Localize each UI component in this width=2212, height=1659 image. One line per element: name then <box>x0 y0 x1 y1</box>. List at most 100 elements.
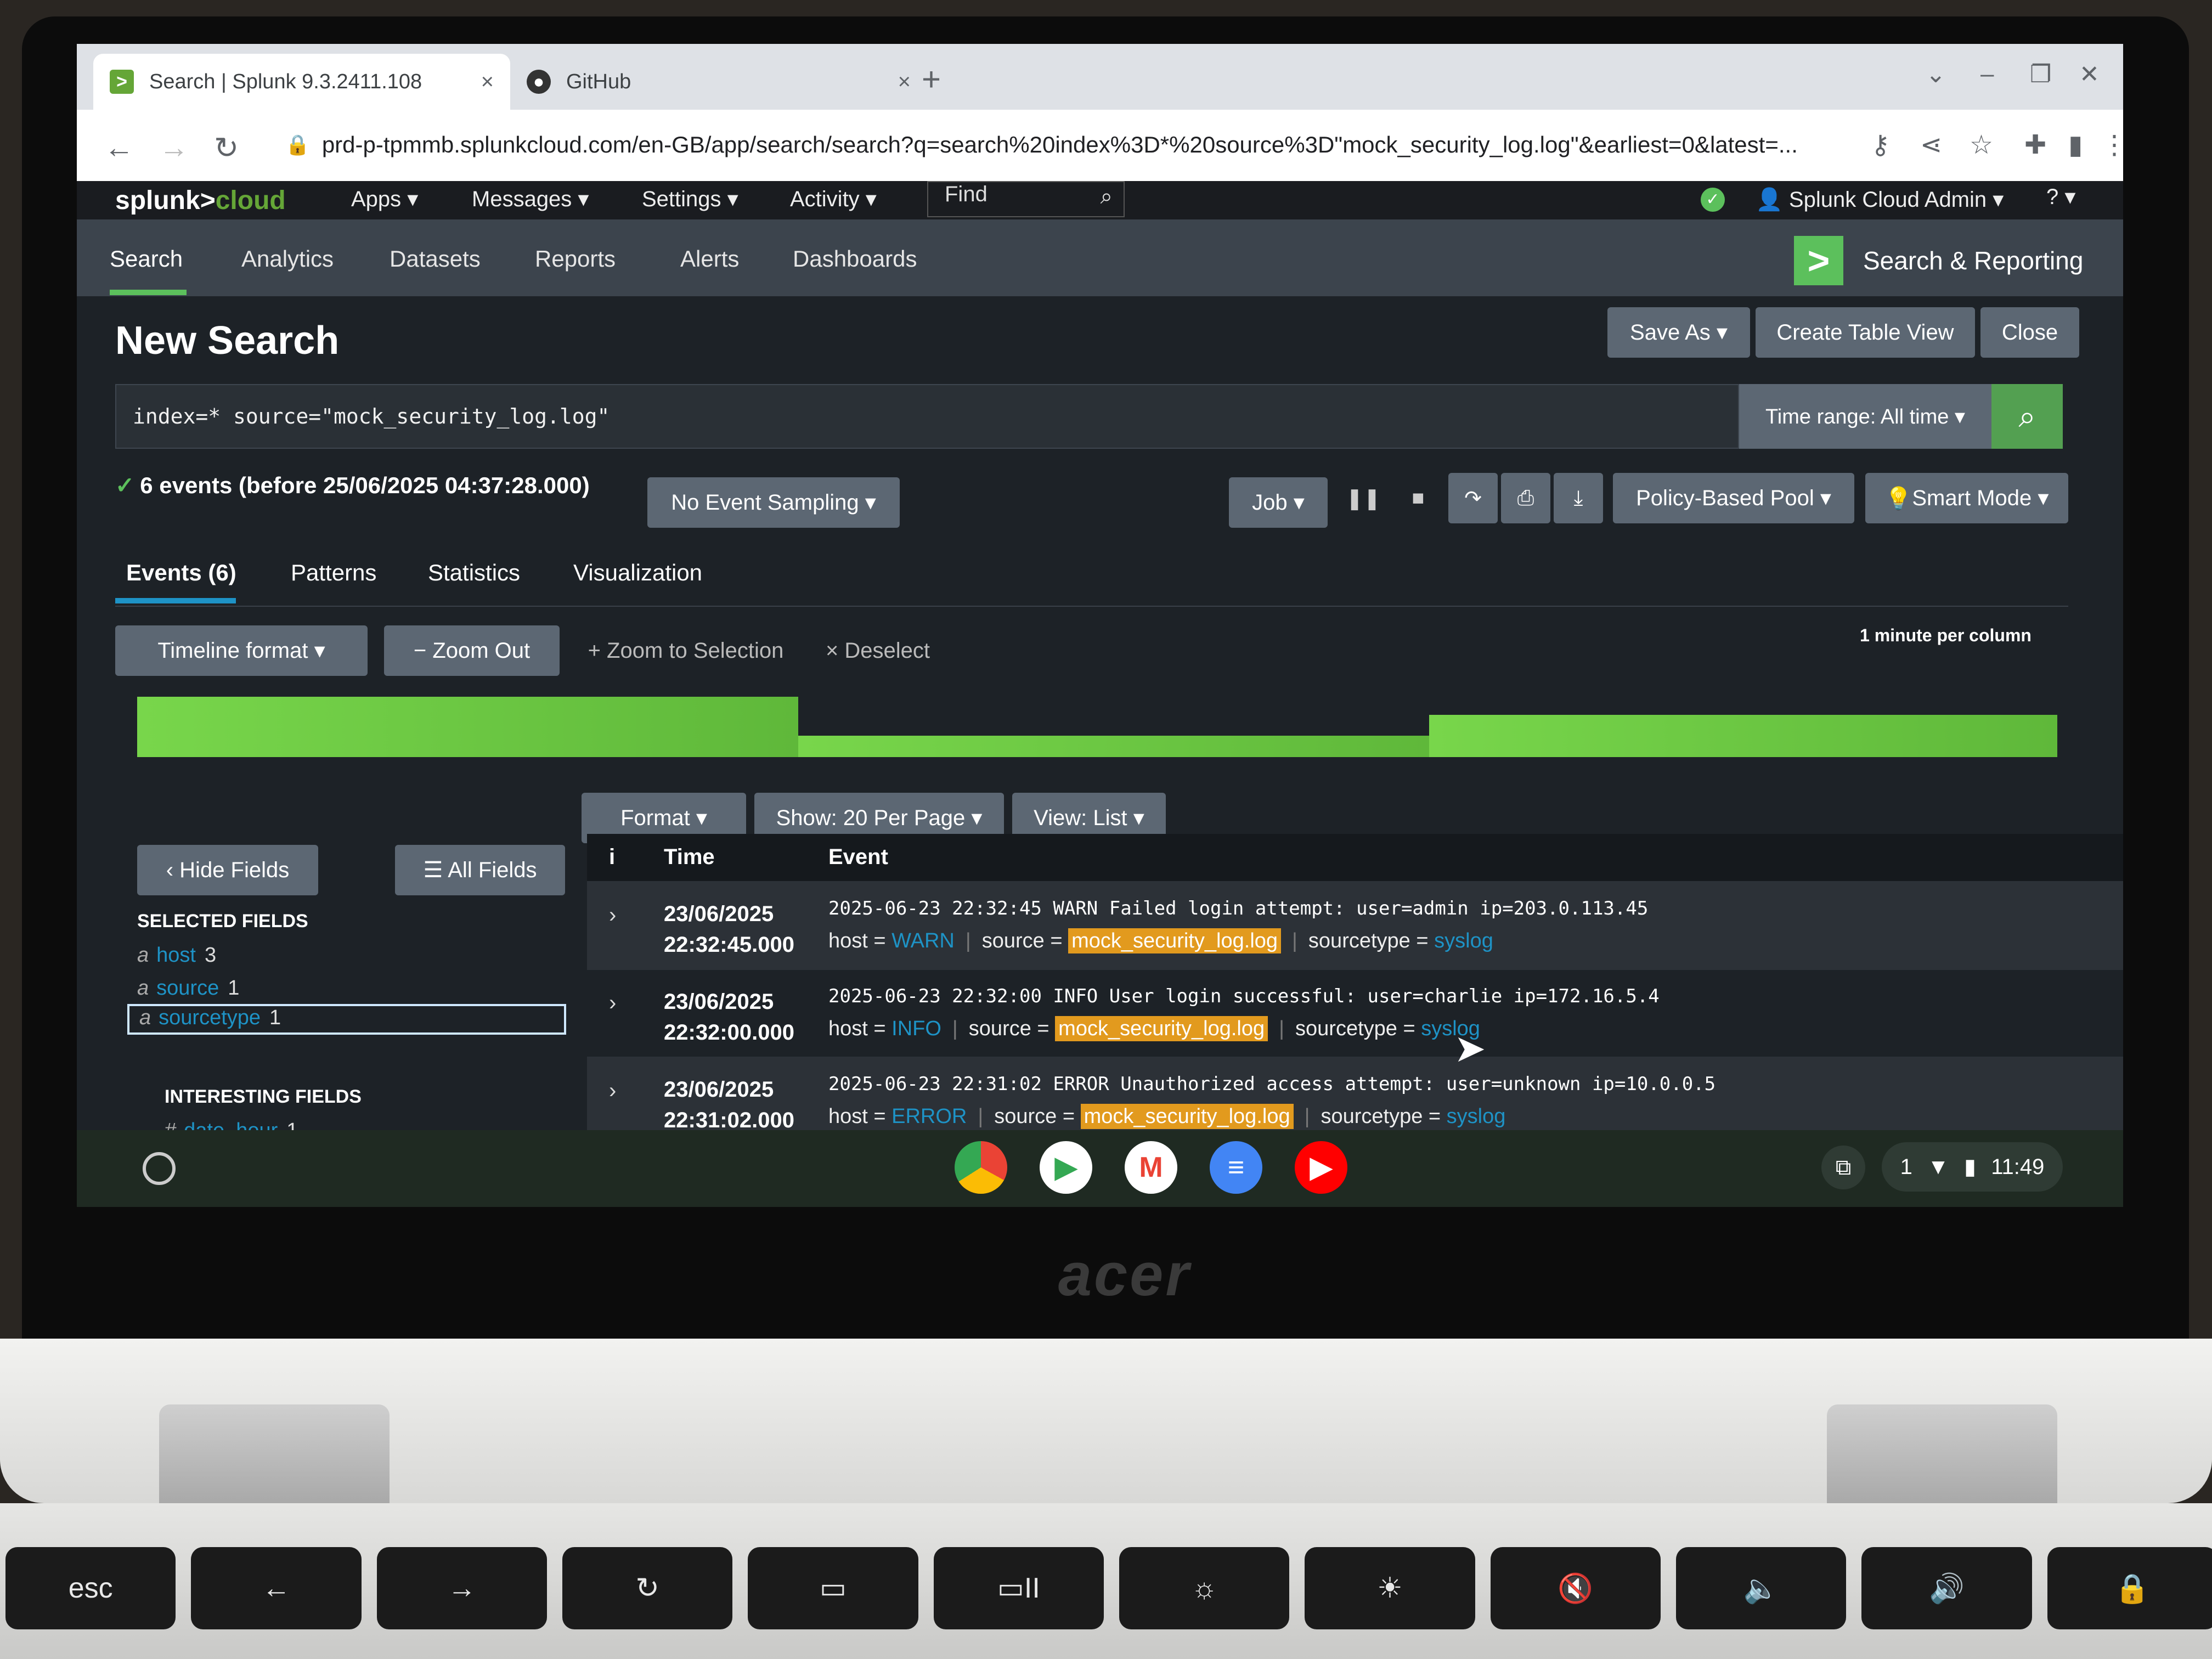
export-icon[interactable]: ⤓ <box>1554 473 1603 523</box>
field-host[interactable]: a host 3 <box>137 944 216 967</box>
source-value[interactable]: mock_security_log.log <box>1068 928 1282 953</box>
job-menu[interactable]: Job ▾ <box>1229 477 1328 528</box>
tab-visualization[interactable]: Visualization <box>573 560 702 586</box>
host-value[interactable]: ERROR <box>891 1105 967 1128</box>
chrome-app-icon[interactable] <box>955 1141 1007 1194</box>
timeline-bar[interactable] <box>137 697 798 757</box>
help-menu[interactable]: ? ▾ <box>2046 184 2075 210</box>
tab-events[interactable]: Events (6) <box>126 560 236 586</box>
event-sampling-dropdown[interactable]: No Event Sampling ▾ <box>647 477 900 528</box>
nav-datasets[interactable]: Datasets <box>390 246 481 272</box>
nav-search[interactable]: Search <box>110 246 183 272</box>
timeline-bar[interactable] <box>1429 715 2057 757</box>
splunk-cloud-logo[interactable]: splunk>cloud <box>115 185 286 216</box>
bookmark-star-icon[interactable]: ☆ <box>1970 129 1993 160</box>
deselect-button[interactable]: × Deselect <box>806 625 949 676</box>
zoom-to-selection-button[interactable]: + Zoom to Selection <box>571 625 801 676</box>
zoom-out-button[interactable]: − Zoom Out <box>384 625 560 676</box>
desks-icon[interactable]: ⧉ <box>1821 1146 1865 1189</box>
share-job-icon[interactable]: ↷ <box>1448 473 1498 523</box>
key-back[interactable]: ← <box>191 1547 362 1629</box>
event-timeline[interactable] <box>137 697 2057 757</box>
save-as-button[interactable]: Save As ▾ <box>1607 307 1750 358</box>
key-brightness-down[interactable]: ☼ <box>1119 1547 1290 1629</box>
col-time[interactable]: Time <box>664 845 715 870</box>
search-submit-icon[interactable]: ⌕ <box>1991 384 2063 449</box>
new-tab-button[interactable]: + <box>922 60 941 98</box>
key-refresh[interactable]: ↻ <box>562 1547 733 1629</box>
close-window-icon[interactable]: ✕ <box>2079 60 2100 88</box>
selected-fields-header: SELECTED FIELDS <box>137 911 308 932</box>
minimize-icon[interactable]: – <box>1980 60 1994 88</box>
side-panel-icon[interactable]: ▮ <box>2068 129 2083 160</box>
back-icon[interactable]: ← <box>104 131 134 165</box>
policy-pool-dropdown[interactable]: Policy-Based Pool ▾ <box>1613 473 1854 523</box>
tab-search-icon[interactable]: ⌄ <box>1926 60 1946 88</box>
tab-statistics[interactable]: Statistics <box>428 560 520 586</box>
key-volume-down[interactable]: 🔈 <box>1675 1547 1847 1629</box>
key-overview[interactable]: ▭II <box>933 1547 1104 1629</box>
tab-patterns[interactable]: Patterns <box>291 560 376 586</box>
source-value[interactable]: mock_security_log.log <box>1080 1104 1294 1129</box>
create-table-view-button[interactable]: Create Table View <box>1756 307 1975 358</box>
extensions-icon[interactable]: ✚ <box>2024 129 2046 160</box>
nav-reports[interactable]: Reports <box>535 246 616 272</box>
hide-fields-button[interactable]: ‹ Hide Fields <box>137 845 318 895</box>
all-fields-button[interactable]: ☰ All Fields <box>395 845 565 895</box>
tab-github[interactable]: ● GitHub × <box>510 54 927 110</box>
status-tray[interactable]: 1 ▼ ▮ 11:49 <box>1882 1142 2063 1192</box>
nav-analytics[interactable]: Analytics <box>241 246 334 272</box>
host-value[interactable]: INFO <box>891 1017 941 1040</box>
expand-chevron-icon[interactable]: › <box>609 991 616 1015</box>
forward-icon[interactable]: → <box>159 131 189 165</box>
close-button[interactable]: Close <box>1980 307 2079 358</box>
launcher-icon[interactable] <box>143 1152 176 1185</box>
tab-splunk[interactable]: > Search | Splunk 9.3.2411.108 × <box>93 54 510 110</box>
field-source[interactable]: a source 1 <box>137 977 239 1000</box>
share-icon[interactable]: ⋖ <box>1920 129 1942 160</box>
menu-apps[interactable]: Apps ▾ <box>351 187 418 212</box>
reload-icon[interactable]: ↻ <box>214 131 239 165</box>
key-forward[interactable]: → <box>376 1547 547 1629</box>
key-volume-up[interactable]: 🔊 <box>1861 1547 2032 1629</box>
menu-settings[interactable]: Settings ▾ <box>642 187 738 212</box>
gmail-icon[interactable]: M <box>1125 1141 1177 1194</box>
expand-chevron-icon[interactable]: › <box>609 1079 616 1103</box>
key-fullscreen[interactable]: ▭ <box>748 1547 918 1629</box>
search-query-input[interactable]: index=* source="mock_security_log.log" <box>115 384 1739 449</box>
find-input[interactable]: Find ⌕ <box>927 181 1125 217</box>
nav-dashboards[interactable]: Dashboards <box>793 246 917 272</box>
close-tab-icon[interactable]: × <box>898 70 911 94</box>
timeline-bar[interactable] <box>798 736 1429 757</box>
health-ok-icon[interactable]: ✓ <box>1701 188 1725 212</box>
source-value[interactable]: mock_security_log.log <box>1055 1016 1268 1041</box>
docs-icon[interactable]: ≡ <box>1210 1141 1262 1194</box>
print-icon[interactable]: ⎙ <box>1501 473 1550 523</box>
app-title[interactable]: > Search & Reporting <box>1794 236 2083 285</box>
menu-messages[interactable]: Messages ▾ <box>472 187 589 212</box>
expand-chevron-icon[interactable]: › <box>609 903 616 928</box>
key-mute[interactable]: 🔇 <box>1490 1547 1661 1629</box>
field-sourcetype[interactable]: a sourcetype 1 <box>127 1004 566 1035</box>
search-mode-dropdown[interactable]: 💡 Smart Mode ▾ <box>1865 473 2068 523</box>
sourcetype-value[interactable]: syslog <box>1447 1105 1506 1128</box>
sourcetype-value[interactable]: syslog <box>1434 929 1493 952</box>
key-esc[interactable]: esc <box>5 1547 176 1629</box>
key-brightness-up[interactable]: ☀ <box>1305 1547 1475 1629</box>
youtube-icon[interactable]: ▶ <box>1295 1141 1347 1194</box>
host-value[interactable]: WARN <box>891 929 955 952</box>
menu-activity[interactable]: Activity ▾ <box>790 187 877 212</box>
maximize-icon[interactable]: ❐ <box>2030 60 2051 88</box>
key-icon[interactable]: ⚷ <box>1871 129 1890 160</box>
pause-icon[interactable]: ❚❚ <box>1339 473 1388 523</box>
close-tab-icon[interactable]: × <box>481 70 494 94</box>
menu-kebab-icon[interactable]: ⋮ <box>2101 129 2123 160</box>
user-menu[interactable]: 👤 Splunk Cloud Admin ▾ <box>1756 187 2004 212</box>
key-lock[interactable]: 🔒 <box>2047 1547 2212 1629</box>
time-range-picker[interactable]: Time range: All time ▾ <box>1739 384 1991 449</box>
address-bar[interactable]: 🔒 prd-p-tpmmb.splunkcloud.com/en-GB/app/… <box>285 124 1849 166</box>
nav-alerts[interactable]: Alerts <box>680 246 739 272</box>
timeline-format-dropdown[interactable]: Timeline format ▾ <box>115 625 368 676</box>
play-store-icon[interactable]: ▶ <box>1040 1141 1092 1194</box>
stop-icon[interactable]: ■ <box>1393 473 1443 523</box>
